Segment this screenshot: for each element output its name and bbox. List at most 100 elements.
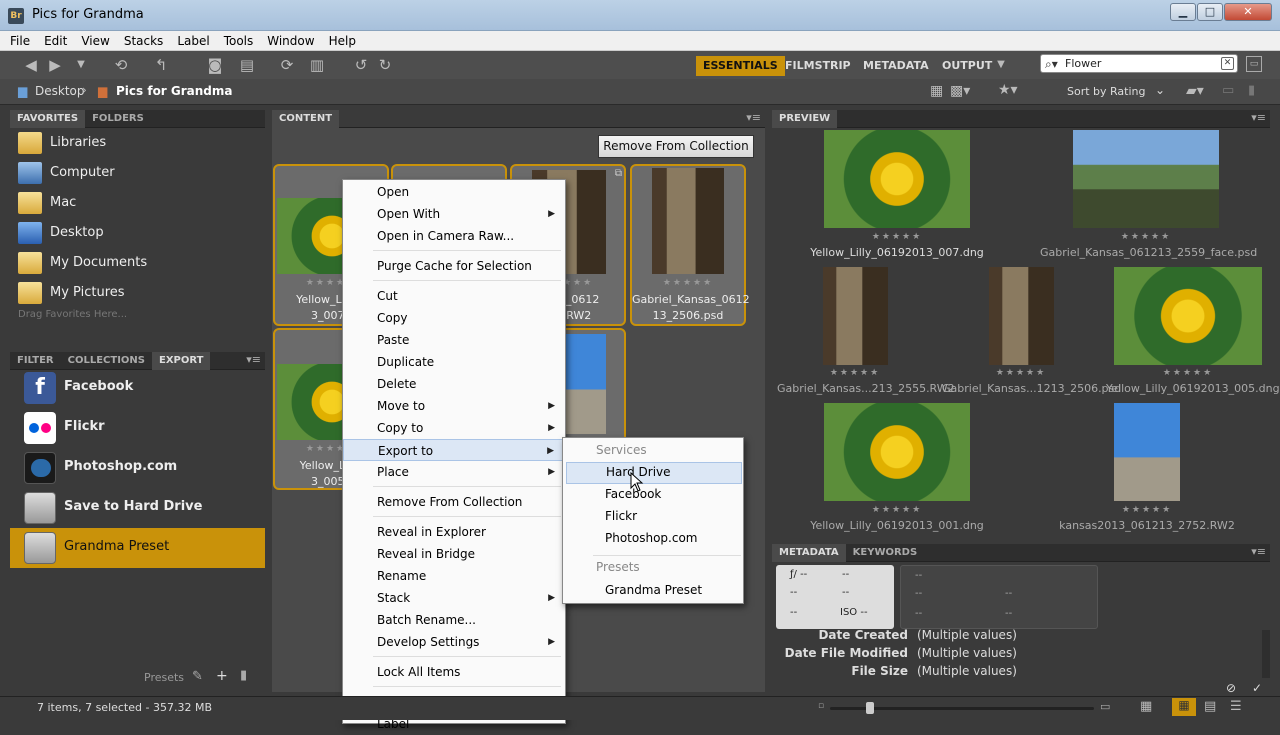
view-details-icon[interactable]: ▤ [1204,699,1216,714]
panel-menu-icon[interactable]: ▾≡ [1251,545,1266,558]
forward-icon[interactable]: ▶ [44,55,66,75]
camera-icon[interactable]: ◙ [204,55,226,75]
preview-image[interactable] [1073,130,1219,228]
rating-stars[interactable]: ★★★★★ [800,368,910,378]
export-flickr[interactable]: Flickr [10,408,265,448]
preview-image[interactable] [989,267,1054,365]
menu-view[interactable]: View [74,31,116,51]
rating-stars[interactable]: ★★★★★ [1087,505,1207,515]
panel-menu-icon[interactable]: ▾≡ [246,353,261,366]
rating-stars[interactable]: ★★★★★ [966,368,1076,378]
submenu-grandma-preset[interactable]: Grandma Preset [605,583,702,597]
tab-metadata[interactable]: METADATA [772,544,846,562]
favorite-my-pictures[interactable]: My Pictures [18,281,258,307]
search-input[interactable]: ⌕▾ Flower ✕ [1040,54,1238,73]
menu-stacks[interactable]: Stacks [117,31,170,51]
favorite-computer[interactable]: Computer [18,161,258,187]
edit-preset-icon[interactable]: ✎ [192,669,203,684]
close-icon[interactable]: ✕ [1224,3,1272,21]
thumbnail[interactable]: ★★★★★ Gabriel_Kansas_0612 13_2506.psd [630,164,750,326]
stack-icon[interactable]: ⧉ [615,168,622,179]
panel-menu-icon[interactable]: ▾≡ [1251,111,1266,124]
ctx-reveal-in-explorer[interactable]: Reveal in Explorer [343,521,565,543]
preview-image[interactable] [824,130,970,228]
favorite-my-documents[interactable]: My Documents [18,251,258,277]
submenu-hard-drive[interactable]: Hard Drive [566,462,742,484]
ctx-duplicate[interactable]: Duplicate [343,351,565,373]
output-icon[interactable]: ▥ [306,55,328,75]
workspace-metadata[interactable]: METADATA [856,56,936,76]
cancel-icon[interactable]: ⊘ [1226,681,1236,695]
tab-preview[interactable]: PREVIEW [772,110,838,128]
maximize-icon[interactable]: □ [1197,3,1223,21]
ctx-purge-cache[interactable]: Purge Cache for Selection [343,255,565,277]
zoom-out-icon[interactable]: ▫ [818,701,824,711]
tab-keywords[interactable]: KEYWORDS [846,544,925,562]
menu-help[interactable]: Help [322,31,363,51]
breadcrumb-desktop[interactable]: Desktop [35,84,85,98]
ctx-delete[interactable]: Delete [343,373,565,395]
sort-dropdown[interactable]: Sort by Rating [1067,85,1146,98]
remove-from-collection-button[interactable]: Remove From Collection [598,135,754,158]
preview-image[interactable] [824,403,970,501]
ctx-open-with[interactable]: Open With ▶ [343,203,565,225]
menu-tools[interactable]: Tools [217,31,261,51]
menu-edit[interactable]: Edit [37,31,74,51]
workspace-filmstrip[interactable]: FILMSTRIP [778,56,858,76]
ctx-stack[interactable]: Stack ▶ [343,587,565,609]
ctx-batch-rename[interactable]: Batch Rename... [343,609,565,631]
preview-image[interactable] [1114,267,1262,365]
quality-icon[interactable]: ▦ [930,83,943,99]
export-photoshop-com[interactable]: Photoshop.com [10,448,265,488]
chevron-down-icon[interactable]: ▼ [70,55,92,75]
rating-stars[interactable]: ★★★★★ [632,278,744,288]
submenu-flickr[interactable]: Flickr [605,509,637,523]
favorite-mac[interactable]: Mac [18,191,258,217]
workspace-essentials[interactable]: ESSENTIALS [696,56,785,76]
breadcrumb-current[interactable]: Pics for Grandma [116,84,233,98]
ctx-open[interactable]: Open [343,181,565,203]
rating-stars[interactable]: ★★★★★ [824,232,970,242]
tab-content[interactable]: CONTENT [272,110,340,128]
minimize-icon[interactable]: ▁ [1170,3,1196,21]
compact-mode-icon[interactable]: ▭ [1246,56,1262,72]
add-preset-icon[interactable]: + [216,668,228,684]
review-mode-icon[interactable]: ▩▾ [950,83,970,99]
ctx-move-to[interactable]: Move to ▶ [343,395,565,417]
clear-search-icon[interactable]: ✕ [1221,57,1234,70]
ctx-rename[interactable]: Rename [343,565,565,587]
open-recent-icon[interactable]: ▰▾ [1186,83,1204,99]
boomerang-icon[interactable]: ↰ [150,55,172,75]
ctx-export-to[interactable]: Export to ▶ [343,439,565,461]
menu-file[interactable]: File [0,31,37,51]
delete-preset-icon[interactable]: ▮ [240,668,247,683]
apply-icon[interactable]: ✓ [1252,681,1262,695]
open-in-camera-raw-icon[interactable]: ⟳ [276,55,298,75]
menu-label[interactable]: Label [170,31,216,51]
ctx-copy[interactable]: Copy [343,307,565,329]
trash-icon[interactable]: ▮ [1248,83,1255,98]
refine-icon[interactable]: ▤ [236,55,258,75]
recent-folder-icon[interactable]: ⟲ [110,55,132,75]
sort-direction-icon[interactable]: ⌄ [1155,83,1165,97]
ctx-reveal-in-bridge[interactable]: Reveal in Bridge [343,543,565,565]
export-save-to-hard-drive[interactable]: Save to Hard Drive [10,488,265,528]
rotate-right-icon[interactable]: ↻ [374,55,396,75]
metadata-scrollbar[interactable] [1262,630,1270,678]
preview-image[interactable] [823,267,888,365]
ctx-place[interactable]: Place ▶ [343,461,565,483]
back-icon[interactable]: ◀ [20,55,42,75]
favorite-desktop[interactable]: Desktop [18,221,258,247]
export-facebook[interactable]: f Facebook [10,368,265,408]
tab-folders[interactable]: FOLDERS [85,110,151,128]
preview-image[interactable] [1114,403,1180,501]
panel-menu-icon[interactable]: ▾≡ [746,111,761,124]
menu-window[interactable]: Window [260,31,321,51]
ctx-copy-to[interactable]: Copy to ▶ [343,417,565,439]
ctx-develop-settings[interactable]: Develop Settings ▶ [343,631,565,653]
rotate-left-icon[interactable]: ↺ [350,55,372,75]
ctx-paste[interactable]: Paste [343,329,565,351]
workspace-menu-icon[interactable]: ▼ [990,55,1012,75]
ctx-remove-from-collection[interactable]: Remove From Collection [343,491,565,513]
ctx-open-in-camera-raw[interactable]: Open in Camera Raw... [343,225,565,247]
